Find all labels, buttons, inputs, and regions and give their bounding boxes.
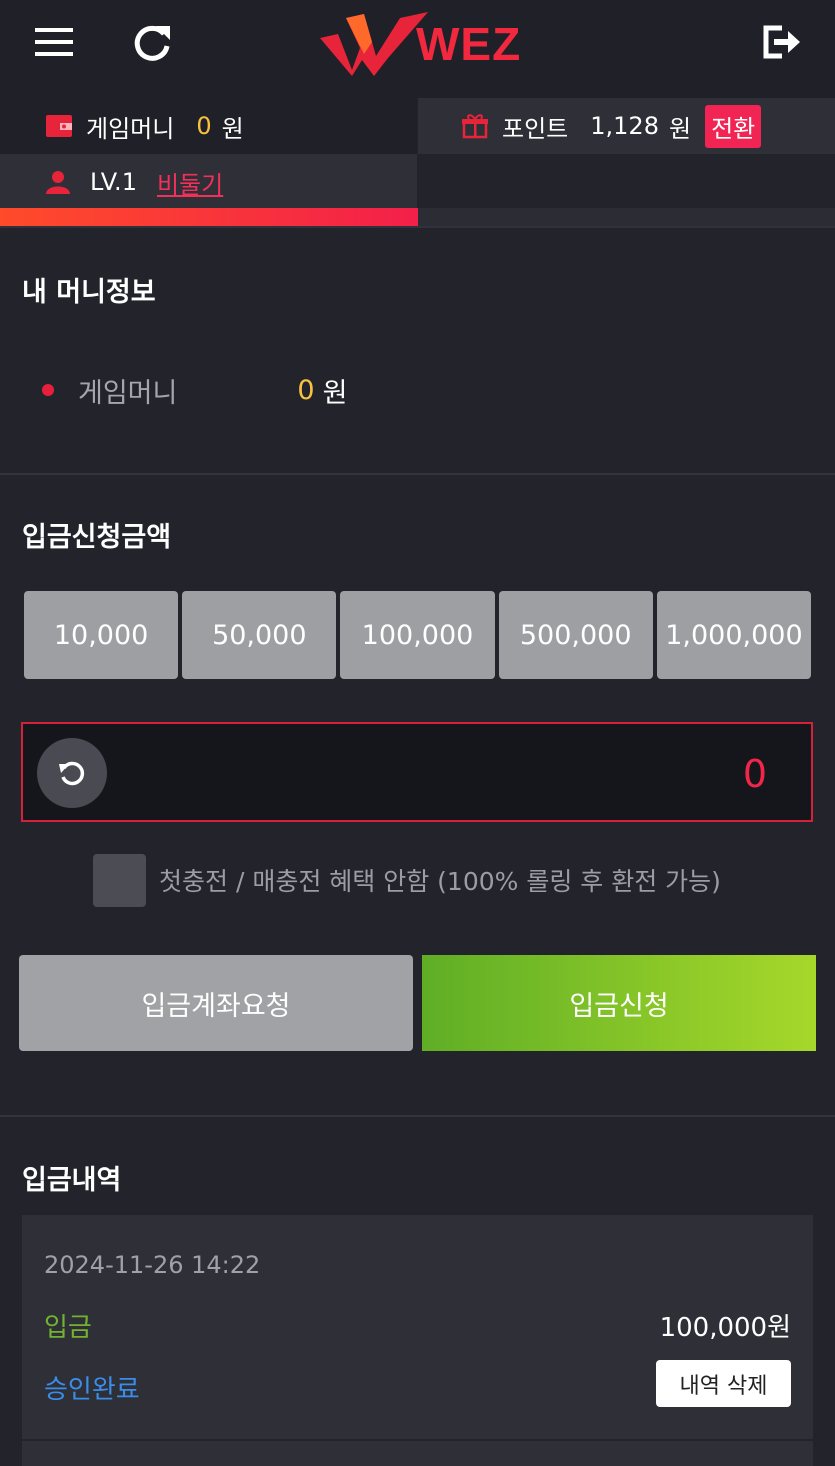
amount-option-button[interactable]: 500,000 <box>498 591 653 679</box>
menu-icon <box>35 28 73 56</box>
deposit-title: 입금신청금액 <box>22 522 172 553</box>
game-money-label: 게임머니 <box>86 114 175 143</box>
logo[interactable]: WEZ <box>316 8 526 80</box>
deposit-amount-field[interactable]: 0 <box>21 722 813 822</box>
top-bar: WEZ <box>0 0 835 98</box>
game-money-currency: 원 <box>221 114 244 143</box>
amount-option-button[interactable]: 100,000 <box>340 591 495 679</box>
level-row-spacer <box>418 154 835 210</box>
history-item: 2024-11-26 14:22 입금 100,000원 승인완료 내역 삭제 <box>22 1215 813 1439</box>
wallet-icon <box>46 115 72 137</box>
menu-button[interactable] <box>30 18 78 66</box>
refresh-button[interactable] <box>128 18 176 66</box>
level-info: LV.1 비둘기 <box>0 154 417 210</box>
logout-button[interactable] <box>756 18 804 66</box>
money-info-currency: 원 <box>322 377 348 409</box>
history-amount: 100,000원 <box>659 1313 791 1343</box>
amount-options: 10,000 50,000 100,000 500,000 1,000,000 <box>24 591 812 679</box>
history-title: 입금내역 <box>22 1165 122 1196</box>
divider <box>0 226 835 228</box>
logout-icon <box>763 25 800 59</box>
history-status: 승인완료 <box>44 1375 140 1405</box>
point-label: 포인트 <box>502 114 569 143</box>
history-date: 2024-11-26 14:22 <box>44 1251 261 1279</box>
refresh-icon <box>134 25 170 61</box>
amount-option-button[interactable]: 50,000 <box>182 591 337 679</box>
money-info-label: 게임머니 <box>78 377 178 409</box>
no-bonus-checkbox[interactable] <box>93 854 146 907</box>
reset-icon <box>59 761 85 786</box>
game-money-value: 0 <box>196 112 212 140</box>
reset-amount-button[interactable] <box>37 738 107 808</box>
history-type: 입금 <box>44 1313 92 1343</box>
deposit-amount-value: 0 <box>742 752 767 796</box>
level-progress-bar <box>0 208 835 226</box>
point-value: 1,128 <box>590 112 659 140</box>
point-currency: 원 <box>668 114 692 143</box>
game-money-summary: 게임머니 0 원 <box>0 98 417 154</box>
delete-history-button[interactable]: 내역 삭제 <box>656 1360 791 1407</box>
nickname-link[interactable]: 비둘기 <box>157 165 223 200</box>
no-bonus-label[interactable]: 첫충전 / 매충전 혜택 안함 (100% 롤링 후 환전 가능) <box>159 862 721 898</box>
bullet-dot-icon <box>42 384 54 396</box>
amount-option-button[interactable]: 1,000,000 <box>656 591 812 679</box>
logo-mark-icon <box>320 12 428 76</box>
user-icon <box>46 171 70 194</box>
wallet-summary: 게임머니 0 원 포인트 1,128 원 전환 <box>0 98 835 154</box>
amount-option-button[interactable]: 10,000 <box>24 591 179 679</box>
point-summary: 포인트 1,128 원 전환 <box>418 98 835 154</box>
deposit-submit-button[interactable]: 입금신청 <box>422 955 816 1051</box>
level-label: LV.1 <box>90 168 137 196</box>
money-info-row: 게임머니 0 원 <box>42 368 347 412</box>
gift-icon <box>462 114 488 139</box>
divider <box>0 473 835 475</box>
divider <box>0 1115 835 1117</box>
money-info-title: 내 머니정보 <box>22 277 156 308</box>
level-progress-fill <box>0 208 418 226</box>
history-item-next <box>22 1441 813 1466</box>
account-request-button[interactable]: 입금계좌요청 <box>19 955 413 1051</box>
money-info-value: 0 <box>297 374 315 406</box>
convert-point-button[interactable]: 전환 <box>705 104 762 148</box>
